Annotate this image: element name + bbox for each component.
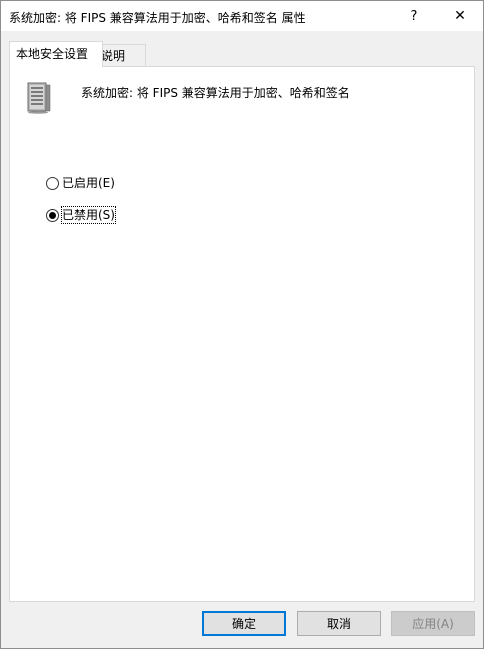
disabled-label: 已禁用(S) — [61, 206, 116, 224]
help-icon: ? — [410, 8, 418, 24]
cancel-button[interactable]: 取消 — [297, 611, 381, 636]
help-button[interactable]: ? — [391, 1, 437, 31]
enabled-option[interactable]: 已启用(E) — [46, 175, 115, 191]
title-bar: 系统加密: 将 FIPS 兼容算法用于加密、哈希和签名 属性 ? ✕ — [1, 1, 483, 31]
close-button[interactable]: ✕ — [437, 1, 483, 31]
disabled-radio[interactable] — [46, 208, 59, 222]
disabled-option[interactable]: 已禁用(S) — [46, 206, 116, 224]
ok-button[interactable]: 确定 — [202, 611, 286, 636]
server-computer-icon — [27, 82, 51, 114]
tab-local-security-setting[interactable]: 本地安全设置 — [9, 41, 103, 67]
close-icon: ✕ — [454, 8, 466, 24]
properties-dialog: 系统加密: 将 FIPS 兼容算法用于加密、哈希和签名 属性 ? ✕ 本地安全设… — [0, 0, 484, 649]
apply-button[interactable]: 应用(A) — [391, 611, 475, 636]
enabled-label: 已启用(E) — [62, 176, 115, 190]
window-title: 系统加密: 将 FIPS 兼容算法用于加密、哈希和签名 属性 — [9, 11, 306, 25]
policy-title: 系统加密: 将 FIPS 兼容算法用于加密、哈希和签名 — [81, 86, 350, 100]
enabled-radio[interactable] — [46, 176, 59, 190]
tab-panel: 系统加密: 将 FIPS 兼容算法用于加密、哈希和签名 已启用(E) 已禁用(S… — [9, 66, 475, 602]
